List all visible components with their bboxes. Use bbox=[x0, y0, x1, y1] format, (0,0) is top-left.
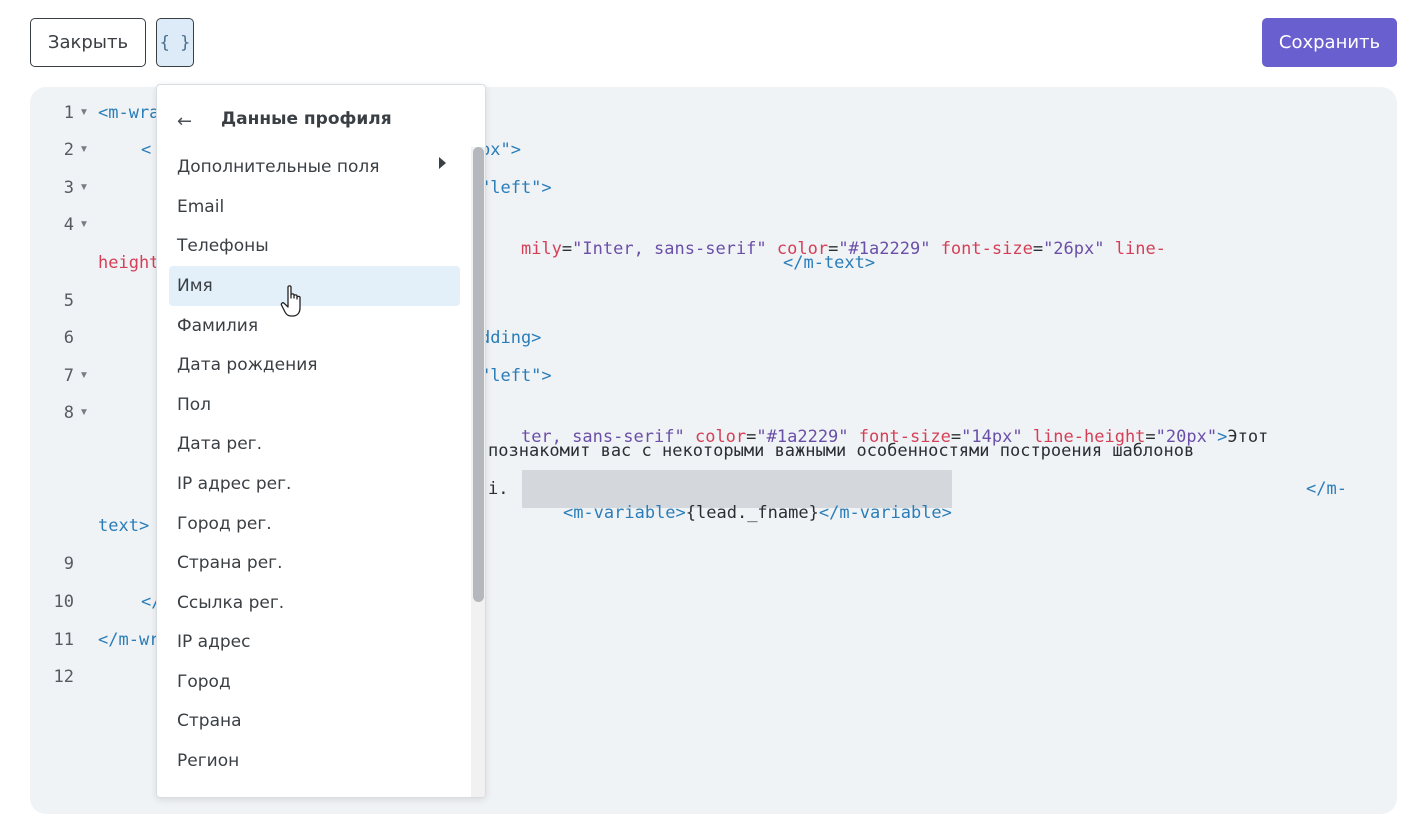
close-button[interactable]: Закрыть bbox=[30, 18, 146, 67]
code-token: px"> bbox=[480, 140, 521, 160]
variables-dropdown: ← Данные профиля Дополнительные поля Ema… bbox=[156, 84, 486, 798]
menu-item-reg-ip[interactable]: IP адрес рег. bbox=[169, 464, 460, 504]
code-token: font-size bbox=[940, 239, 1033, 259]
menu-item-label: Город рег. bbox=[177, 514, 272, 534]
line-number: 6 bbox=[63, 328, 74, 348]
menu-item-label: Регион bbox=[177, 751, 240, 771]
code-token: <m-wra bbox=[98, 103, 160, 123]
fold-arrow-icon[interactable]: ▼ bbox=[79, 401, 89, 425]
menu-item-label: Имя bbox=[177, 276, 213, 296]
fold-arrow-icon[interactable]: ▼ bbox=[79, 138, 89, 162]
line-number: 8 bbox=[63, 403, 74, 423]
line-number: 12 bbox=[53, 667, 74, 687]
menu-item-extra-fields[interactable]: Дополнительные поля bbox=[169, 147, 460, 187]
fold-arrow-icon[interactable]: ▼ bbox=[79, 213, 89, 237]
menu-item-label: Дата рождения bbox=[177, 355, 318, 375]
line-number: 9 bbox=[63, 554, 74, 574]
dropdown-scrollbar-thumb[interactable] bbox=[473, 147, 484, 602]
menu-item-reg-city[interactable]: Город рег. bbox=[169, 504, 460, 544]
variable-highlight[interactable]: <m-variable>{lead._fname}</m-variable> bbox=[522, 470, 952, 523]
menu-item-reg-country[interactable]: Страна рег. bbox=[169, 543, 460, 583]
line-number: 7 bbox=[63, 366, 74, 386]
line-number: 5 bbox=[63, 291, 74, 311]
menu-item-country[interactable]: Страна bbox=[169, 701, 460, 741]
code-token: height bbox=[98, 253, 160, 273]
code-token: </m- bbox=[1306, 479, 1347, 499]
code-token: "Inter, sans-serif" bbox=[572, 239, 767, 259]
menu-item-label: Ссылка рег. bbox=[177, 593, 285, 613]
code-token: i. bbox=[488, 479, 509, 499]
line-number: 1 bbox=[63, 103, 74, 123]
code-token: > bbox=[1217, 427, 1228, 447]
menu-item-label: Страна рег. bbox=[177, 553, 283, 573]
code-token: </m-variable> bbox=[818, 503, 952, 523]
fold-arrow-icon[interactable]: ▼ bbox=[79, 101, 89, 125]
code-token: <m-variable> bbox=[562, 503, 686, 523]
code-token: Этот bbox=[1227, 427, 1269, 447]
code-token: dding> bbox=[480, 328, 542, 348]
menu-item-city[interactable]: Город bbox=[169, 662, 460, 702]
menu-item-label: Email bbox=[177, 197, 225, 217]
code-token: text> bbox=[98, 516, 150, 536]
code-token: = bbox=[1032, 239, 1044, 259]
menu-item-birth-date[interactable]: Дата рождения bbox=[169, 345, 460, 385]
menu-item-label: IP адрес рег. bbox=[177, 474, 292, 494]
menu-item-label: Фамилия bbox=[177, 316, 259, 336]
fold-arrow-icon[interactable]: ▼ bbox=[79, 176, 89, 200]
menu-item-label: Город bbox=[177, 672, 231, 692]
hand-cursor-icon bbox=[280, 285, 301, 317]
code-token: mily bbox=[520, 239, 562, 259]
code-token: </m-wr bbox=[98, 630, 160, 650]
variables-button[interactable]: { } bbox=[156, 18, 194, 67]
menu-item-name[interactable]: Имя bbox=[169, 266, 460, 306]
dropdown-title: Данные профиля bbox=[221, 109, 392, 129]
line-number: 2 bbox=[63, 140, 74, 160]
menu-item-label: IP адрес bbox=[177, 632, 251, 652]
line-number: 11 bbox=[53, 630, 74, 650]
arrow-left-icon[interactable]: ← bbox=[177, 111, 192, 132]
menu-item-reg-link[interactable]: Ссылка рег. bbox=[169, 583, 460, 623]
menu-item-label: Страна bbox=[177, 711, 242, 731]
menu-item-email[interactable]: Email bbox=[169, 187, 460, 227]
code-token: = bbox=[561, 239, 573, 259]
menu-item-label: Телефоны bbox=[177, 236, 269, 256]
menu-item-label: Пол bbox=[177, 395, 212, 415]
line-number: 3 bbox=[63, 178, 74, 198]
line-number: 10 bbox=[53, 592, 74, 612]
menu-item-label: Дополнительные поля bbox=[177, 157, 380, 177]
menu-item-label: Дата рег. bbox=[177, 434, 263, 454]
code-token: познакомит вас с некоторыми важными особ… bbox=[488, 441, 1195, 461]
menu-item-last-name[interactable]: Фамилия bbox=[169, 306, 460, 346]
code-token: line- bbox=[1114, 239, 1166, 259]
code-token: "26px" bbox=[1043, 239, 1105, 259]
menu-item-ip[interactable]: IP адрес bbox=[169, 622, 460, 662]
code-token: "left"> bbox=[480, 178, 552, 198]
line-number: 4 bbox=[63, 215, 74, 235]
menu-item-gender[interactable]: Пол bbox=[169, 385, 460, 425]
save-button[interactable]: Сохранить bbox=[1262, 18, 1397, 67]
menu-item-phones[interactable]: Телефоны bbox=[169, 226, 460, 266]
menu-item-reg-date[interactable]: Дата рег. bbox=[169, 424, 460, 464]
fold-arrow-icon[interactable]: ▼ bbox=[79, 364, 89, 388]
submenu-arrow-icon bbox=[439, 157, 446, 169]
code-token: "left"> bbox=[480, 366, 552, 386]
menu-item-region[interactable]: Регион bbox=[169, 741, 460, 781]
code-token: < bbox=[141, 140, 152, 160]
code-token: {lead._fname} bbox=[685, 503, 819, 523]
code-token: </m-text> bbox=[783, 253, 876, 273]
